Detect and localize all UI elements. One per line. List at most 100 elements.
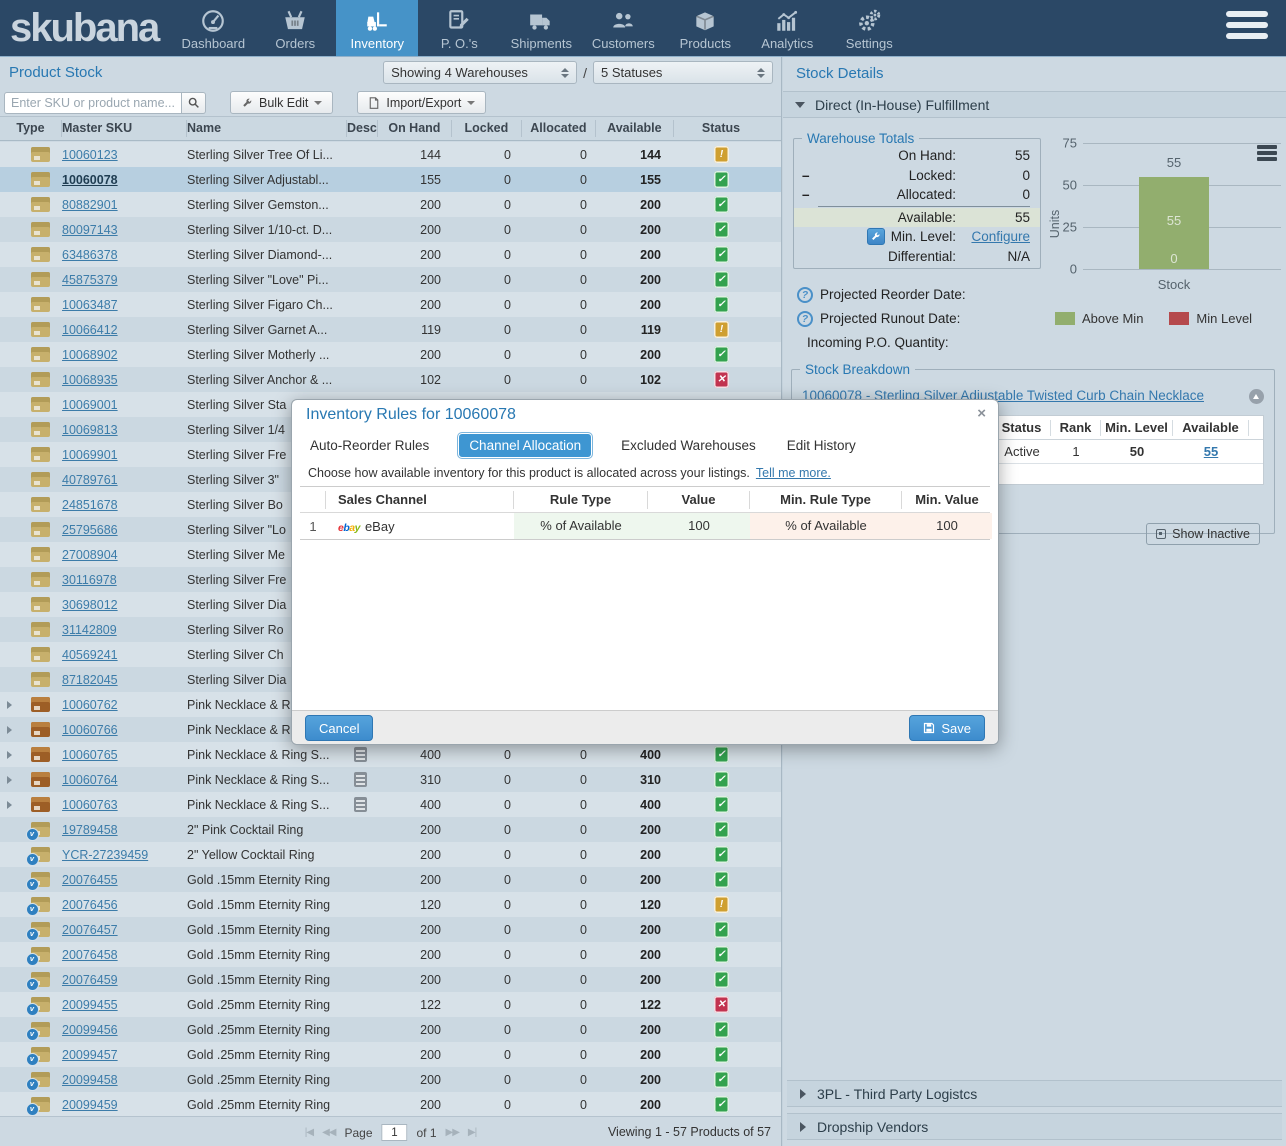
nav-item-settings[interactable]: Settings [828,0,910,56]
expand-arrow-icon[interactable] [7,801,12,809]
master-sku-link[interactable]: YCR-27239459 [62,848,187,862]
expand-arrow-icon[interactable] [7,701,12,709]
description-icon[interactable] [354,747,367,762]
table-row[interactable]: 10063487 Sterling Silver Figaro Ch... 20… [0,292,781,317]
master-sku-link[interactable]: 20076459 [62,973,187,987]
tab-channel-allocation[interactable]: Channel Allocation [458,433,592,458]
master-sku-link[interactable]: 20099455 [62,998,187,1012]
last-page-icon[interactable] [468,1127,476,1138]
master-sku-link[interactable]: 45875379 [62,273,187,287]
col-name[interactable]: Name [187,120,347,137]
table-row[interactable]: 10060123 Sterling Silver Tree Of Li... 1… [0,142,781,167]
table-row[interactable]: 10060765 Pink Necklace & Ring S... 400 0… [0,742,781,767]
table-row[interactable]: 10060078 Sterling Silver Adjustabl... 15… [0,167,781,192]
help-icon[interactable]: ? [797,287,813,303]
table-row[interactable]: 20076457 Gold .15mm Eternity Ring 200 0 … [0,917,781,942]
table-row[interactable]: YCR-27239459 2" Yellow Cocktail Ring 200… [0,842,781,867]
nav-item-shipments[interactable]: Shipments [500,0,582,56]
help-icon[interactable]: ? [797,311,813,327]
master-sku-link[interactable]: 40569241 [62,648,187,662]
cancel-button[interactable]: Cancel [305,715,373,741]
table-row[interactable]: 20099455 Gold .25mm Eternity Ring 122 0 … [0,992,781,1017]
master-sku-link[interactable]: 10069001 [62,398,187,412]
import-export-button[interactable]: Import/Export [357,91,486,114]
master-sku-link[interactable]: 10060765 [62,748,187,762]
search-button[interactable] [182,92,206,114]
tab-edit-history[interactable]: Edit History [785,433,858,458]
master-sku-link[interactable]: 10060763 [62,798,187,812]
col-desc[interactable]: Desc [347,120,378,137]
allocation-row[interactable]: 1 ebay eBay % of Available 100 % of Avai… [300,513,990,539]
tab-auto-reorder-rules[interactable]: Auto-Reorder Rules [308,433,431,458]
description-icon[interactable] [354,797,367,812]
table-row[interactable]: 10060763 Pink Necklace & Ring S... 400 0… [0,792,781,817]
master-sku-link[interactable]: 10060123 [62,148,187,162]
master-sku-link[interactable]: 10068935 [62,373,187,387]
status-filter-select[interactable]: 5 Statuses [593,61,773,84]
warehouse-filter-select[interactable]: Showing 4 Warehouses [383,61,577,84]
search-input[interactable] [4,92,182,114]
min-value-cell[interactable]: 100 [902,513,992,539]
master-sku-link[interactable]: 63486378 [62,248,187,262]
master-sku-link[interactable]: 20099458 [62,1073,187,1087]
table-row[interactable]: 45875379 Sterling Silver "Love" Pi... 20… [0,267,781,292]
nav-item-products[interactable]: Products [664,0,746,56]
expand-arrow-icon[interactable] [7,726,12,734]
master-sku-link[interactable]: 20076456 [62,898,187,912]
col-type[interactable]: Type [0,120,62,137]
master-sku-link[interactable]: 20076455 [62,873,187,887]
value-cell[interactable]: 100 [648,513,750,539]
table-row[interactable]: 20099459 Gold .25mm Eternity Ring 200 0 … [0,1092,781,1117]
master-sku-link[interactable]: 10068902 [62,348,187,362]
master-sku-link[interactable]: 10069901 [62,448,187,462]
master-sku-link[interactable]: 10060078 [62,173,187,187]
tell-me-more-link[interactable]: Tell me more. [756,466,831,480]
table-row[interactable]: 20076456 Gold .15mm Eternity Ring 120 0 … [0,892,781,917]
master-sku-link[interactable]: 20076457 [62,923,187,937]
next-page-icon[interactable] [446,1127,459,1138]
threepl-section[interactable]: 3PL - Third Party Logistcs [787,1080,1282,1107]
master-sku-link[interactable]: 10066412 [62,323,187,337]
table-row[interactable]: 20099457 Gold .25mm Eternity Ring 200 0 … [0,1042,781,1067]
master-sku-link[interactable]: 40789761 [62,473,187,487]
tab-excluded-warehouses[interactable]: Excluded Warehouses [619,433,758,458]
description-icon[interactable] [354,772,367,787]
master-sku-link[interactable]: 10069813 [62,423,187,437]
nav-item-customers[interactable]: Customers [582,0,664,56]
close-icon[interactable]: × [977,405,986,422]
master-sku-link[interactable]: 80882901 [62,198,187,212]
collapse-icon[interactable] [1249,389,1264,404]
master-sku-link[interactable]: 10060764 [62,773,187,787]
col-locked[interactable]: Locked [452,120,522,137]
nav-item-analytics[interactable]: Analytics [746,0,828,56]
table-row[interactable]: 20076458 Gold .15mm Eternity Ring 200 0 … [0,942,781,967]
first-page-icon[interactable] [305,1127,313,1138]
table-row[interactable]: 80882901 Sterling Silver Gemston... 200 … [0,192,781,217]
master-sku-link[interactable]: 24851678 [62,498,187,512]
master-sku-link[interactable]: 19789458 [62,823,187,837]
master-sku-link[interactable]: 87182045 [62,673,187,687]
col-status[interactable]: Status [674,120,781,137]
table-row[interactable]: 63486378 Sterling Silver Diamond-... 200… [0,242,781,267]
menu-icon[interactable] [1226,11,1268,44]
master-sku-link[interactable]: 20099456 [62,1023,187,1037]
expand-arrow-icon[interactable] [7,751,12,759]
col-master-sku[interactable]: Master SKU [62,120,187,137]
bulk-edit-button[interactable]: Bulk Edit [230,91,333,114]
master-sku-link[interactable]: 30116978 [62,573,187,587]
table-row[interactable]: 20099458 Gold .25mm Eternity Ring 200 0 … [0,1067,781,1092]
prev-page-icon[interactable] [322,1127,335,1138]
table-row[interactable]: 10066412 Sterling Silver Garnet A... 119… [0,317,781,342]
master-sku-link[interactable]: 80097143 [62,223,187,237]
breakdown-available-link[interactable]: 55 [1173,444,1249,459]
table-row[interactable]: 20076459 Gold .15mm Eternity Ring 200 0 … [0,967,781,992]
table-row[interactable]: 10068935 Sterling Silver Anchor & ... 10… [0,367,781,392]
master-sku-link[interactable]: 20099459 [62,1098,187,1112]
table-row[interactable]: 20099456 Gold .25mm Eternity Ring 200 0 … [0,1017,781,1042]
dropship-vendors-section[interactable]: Dropship Vendors [787,1113,1282,1140]
configure-link[interactable]: Configure [970,229,1032,244]
col-on-hand[interactable]: On Hand [378,120,452,137]
table-row[interactable]: 10068902 Sterling Silver Motherly ... 20… [0,342,781,367]
master-sku-link[interactable]: 27008904 [62,548,187,562]
rule-type-cell[interactable]: % of Available [514,513,648,539]
